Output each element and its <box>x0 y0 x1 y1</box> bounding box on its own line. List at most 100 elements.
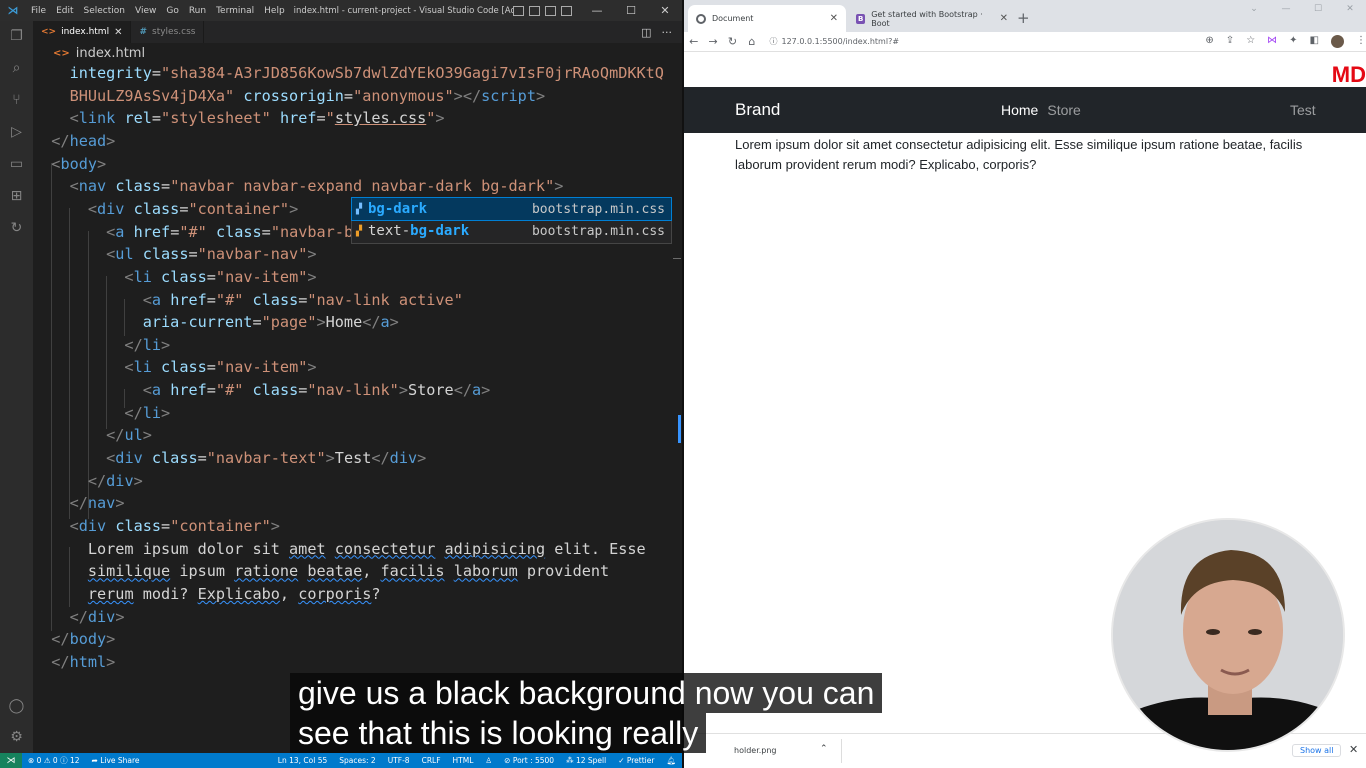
toggle-secondary-sidebar-icon[interactable] <box>545 5 556 16</box>
code-token: div <box>97 199 125 218</box>
close-tab-icon[interactable]: ✕ <box>1000 13 1008 24</box>
nav-link-home[interactable]: Home <box>1001 102 1038 118</box>
show-all-button[interactable]: Show all <box>1292 744 1342 757</box>
code-token: "navbar-text" <box>206 449 326 468</box>
settings-gear-icon[interactable]: ⚙ <box>7 727 26 746</box>
menu-edit[interactable]: Edit <box>51 6 78 16</box>
code-token: "nav-link active" <box>307 290 463 309</box>
code-token: li <box>142 403 162 422</box>
side-panel-icon[interactable]: ◧ <box>1310 35 1319 48</box>
remote-indicator-icon[interactable]: ⋊ <box>0 753 22 768</box>
live-share-icon[interactable]: ↻ <box>7 218 26 237</box>
customize-layout-icon[interactable] <box>561 5 572 16</box>
spell-status[interactable]: ⁂ 12 Spell <box>560 756 612 765</box>
code-token: div <box>87 607 116 626</box>
code-token: < <box>33 358 134 377</box>
menu-run[interactable]: Run <box>184 6 211 16</box>
code-editor[interactable]: integrity="sha384-A3rJD856KowSb7dwlZdYEk… <box>33 62 673 682</box>
suggestion-item[interactable]: ▞ text-bg-dark bootstrap.min.css <box>352 220 671 242</box>
browser-tab-bootstrap[interactable]: B Get started with Bootstrap · Boot ✕ <box>848 5 1016 32</box>
minimize-icon[interactable]: — <box>580 4 614 17</box>
code-token: > <box>389 313 399 332</box>
close-window-icon[interactable]: ✕ <box>648 4 682 17</box>
webcam-overlay <box>1111 518 1345 752</box>
menu-selection[interactable]: Selection <box>79 6 130 16</box>
extensions-puzzle-icon[interactable]: ✦ <box>1289 35 1297 48</box>
eol-status[interactable]: CRLF <box>416 756 447 765</box>
problems-status[interactable]: ⊗ 0 ⚠ 0 ⓘ 12 <box>22 755 86 766</box>
breadcrumb-file[interactable]: index.html <box>76 46 145 61</box>
code-token: < <box>33 245 116 264</box>
menu-go[interactable]: Go <box>161 6 183 16</box>
remote-explorer-icon[interactable]: ▭ <box>7 154 26 173</box>
code-token: > <box>270 517 280 535</box>
minimize-icon[interactable]: — <box>1270 4 1302 14</box>
share-icon[interactable]: ⇪ <box>1226 35 1234 48</box>
tailwind-icon[interactable]: ♙ <box>479 756 498 765</box>
menu-kebab-icon[interactable]: ⋮ <box>1356 35 1366 48</box>
menu-view[interactable]: View <box>130 6 161 16</box>
notifications-bell-icon[interactable]: 🔔︎ <box>660 756 682 765</box>
tab-search-icon[interactable]: ⌄ <box>1238 4 1270 14</box>
live-server-port[interactable]: ⊘ Port : 5500 <box>498 756 560 765</box>
editor-tabs: <> index.html ✕ # styles.css ◫ ··· <box>33 21 682 43</box>
indentation-status[interactable]: Spaces: 2 <box>333 756 381 765</box>
menu-help[interactable]: Help <box>259 6 290 16</box>
site-info-icon[interactable]: ⓘ <box>770 36 778 47</box>
code-token: amet <box>289 539 326 558</box>
window-title: index.html - current-project - Visual St… <box>293 5 513 16</box>
run-debug-icon[interactable]: ▷ <box>7 122 26 141</box>
code-line: <a href="#" class="nav-link active" <box>33 289 463 311</box>
suggest-widget[interactable]: ▞ bg-dark bootstrap.min.css ▞ text-bg-da… <box>351 197 672 244</box>
cursor-position[interactable]: Ln 13, Col 55 <box>272 756 333 765</box>
navbar-brand[interactable]: Brand <box>735 100 780 120</box>
code-token: ratione <box>234 562 299 581</box>
accounts-icon[interactable]: ◯ <box>7 696 26 715</box>
toggle-panel-icon[interactable] <box>513 5 524 16</box>
more-actions-icon[interactable]: ··· <box>662 26 673 39</box>
close-tab-icon[interactable]: ✕ <box>114 27 122 38</box>
suggestion-item[interactable]: ▞ bg-dark bootstrap.min.css <box>351 197 672 221</box>
live-share-status[interactable]: ➦ Live Share <box>86 756 146 765</box>
explorer-icon[interactable]: ❐ <box>7 26 26 45</box>
bookmark-star-icon[interactable]: ☆ <box>1246 35 1255 48</box>
back-arrow-icon[interactable]: ← <box>684 35 703 48</box>
scrollbar-cursor-marker[interactable] <box>678 415 681 443</box>
home-icon[interactable]: ⌂ <box>742 35 761 48</box>
menu-file[interactable]: File <box>26 6 51 16</box>
toggle-sidebar-icon[interactable] <box>529 5 540 16</box>
search-icon[interactable]: ⌕ <box>7 58 26 77</box>
close-download-bar-icon[interactable]: ✕ <box>1349 743 1358 756</box>
browser-tab-document[interactable]: Document ✕ <box>688 5 846 32</box>
code-token: "sha384-A3rJD856KowSb7dwlZdYEkO39Gagi7vI… <box>161 64 664 82</box>
close-tab-icon[interactable]: ✕ <box>830 13 838 24</box>
split-editor-icon[interactable]: ◫ <box>641 26 651 39</box>
tab-styles-css[interactable]: # styles.css <box>131 21 205 43</box>
maximize-icon[interactable]: ☐ <box>1302 4 1334 14</box>
code-token: < <box>33 290 152 309</box>
code-token: Explicabo <box>197 584 280 603</box>
browser-tab-label: Document <box>712 14 754 23</box>
prettier-status[interactable]: ✓ Prettier <box>612 756 660 765</box>
tab-index-html[interactable]: <> index.html ✕ <box>33 21 132 43</box>
zoom-icon[interactable]: ⊕ <box>1205 35 1213 48</box>
extensions-icon[interactable]: ⊞ <box>7 186 26 205</box>
source-control-icon[interactable]: ⑂ <box>7 90 26 109</box>
maximize-icon[interactable]: ☐ <box>614 4 648 17</box>
menu-terminal[interactable]: Terminal <box>211 6 259 16</box>
profile-avatar[interactable] <box>1331 35 1344 48</box>
encoding-status[interactable]: UTF-8 <box>382 756 416 765</box>
nav-link-store[interactable]: Store <box>1047 102 1080 118</box>
language-mode[interactable]: HTML <box>447 756 480 765</box>
code-token: = <box>252 313 262 332</box>
reload-icon[interactable]: ↻ <box>723 35 742 48</box>
forward-arrow-icon[interactable]: → <box>703 35 722 48</box>
code-line: <li class="nav-item"> <box>33 356 316 378</box>
extension-icon[interactable]: ⋈ <box>1267 35 1277 48</box>
new-tab-icon[interactable]: + <box>1017 9 1030 27</box>
address-bar[interactable]: ⓘ 127.0.0.1:5500/index.html?# <box>766 33 1200 50</box>
close-window-icon[interactable]: ✕ <box>1334 4 1366 14</box>
code-token: < <box>33 109 79 128</box>
class-property-icon: ▞ <box>356 203 363 215</box>
live-share-icon: ➦ <box>91 756 98 765</box>
